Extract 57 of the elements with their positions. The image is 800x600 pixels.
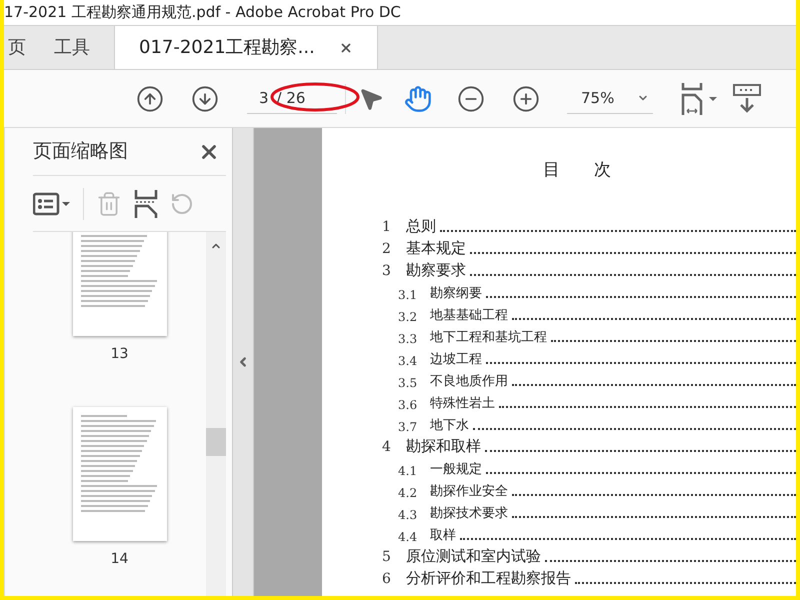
toc-number: 3.2 [398,308,418,326]
hand-tool-icon[interactable] [404,84,432,112]
page-number-label: 14 [110,550,128,569]
close-tab-icon[interactable] [338,40,353,54]
fit-page-icon[interactable] [681,82,719,114]
tab[interactable]: 工具 [30,26,114,69]
toc-number: 4.1 [398,462,418,480]
toc-number: 3.3 [398,330,418,348]
page-number-label: 13 [110,345,128,364]
page-thumbnail[interactable] [72,232,166,336]
toc-number: 3.5 [398,374,418,392]
toc-entry-title[interactable]: 勘探和取样 [406,435,481,458]
toc-number: 3.6 [398,396,418,414]
toc-entry-title[interactable]: 一般规定 [430,460,482,480]
toc-number: 4.3 [398,506,418,524]
toc-number: 2 [382,240,392,258]
scrollbar-thumb[interactable] [206,428,226,456]
toc-entry-title[interactable]: 分析评价和工程勘察报告 [406,567,571,590]
zoom-in-icon[interactable] [512,84,540,112]
toc-number: 4.4 [398,528,418,546]
window-title: 17-2021 工程勘察通用规范.pdf - Adobe Acrobat Pro DC [4,2,401,24]
toc-number: 5 [382,548,392,566]
toc-number: 3 [382,262,392,280]
toc-entry-title[interactable]: 勘察要求 [406,259,466,282]
toc-entry-title[interactable]: 特殊性岩土 [430,394,495,414]
previous-page-icon[interactable] [136,84,164,112]
toc-number: 3.7 [398,418,418,436]
options-icon[interactable] [33,192,71,216]
toc-number: 4.2 [398,484,418,502]
toc-number: 3.4 [398,352,418,370]
zoom-out-icon[interactable] [457,84,485,112]
toc-number: 1 [382,218,392,236]
keyboard-down-icon[interactable] [733,84,761,114]
next-page-icon[interactable] [191,84,219,112]
toc-entry-title[interactable]: 地基基础工程 [430,306,508,326]
panel-title: 页面缩略图 [33,139,128,164]
toc-entry-title[interactable]: 边坡工程 [430,350,482,370]
toc-entry-title[interactable]: 勘探技术要求 [430,504,508,524]
toc-entry-title[interactable]: 不良地质作用 [430,372,508,392]
zoom-dropdown[interactable]: 75% [567,84,653,114]
toc-heading: 目 次 [542,159,612,182]
page-thumbnail[interactable] [72,407,166,541]
toc-entry-title[interactable]: 原位测试和室内试验 [406,545,541,568]
toc-number: 3.1 [398,286,418,304]
toc-number: 4 [382,438,392,456]
toc-entry-title[interactable]: 勘探作业安全 [430,482,508,502]
tab[interactable]: 017-2021工程勘察... [114,26,378,69]
scrollbar[interactable] [206,232,226,596]
toc-entry-title[interactable]: 地下水 [430,416,469,436]
tab[interactable]: 页 [4,26,30,69]
toc-entry-title[interactable]: 勘察纲要 [430,284,482,304]
toc-entry-title[interactable]: 取样 [430,526,456,546]
extract-pages-icon[interactable] [134,190,158,218]
toc-entry-title[interactable]: 地下工程和基坑工程 [430,328,547,348]
toc-number: 6 [382,570,392,588]
toc-entry-title[interactable]: 基本规定 [406,237,466,260]
toc-entry-title[interactable]: 总则 [406,215,436,238]
